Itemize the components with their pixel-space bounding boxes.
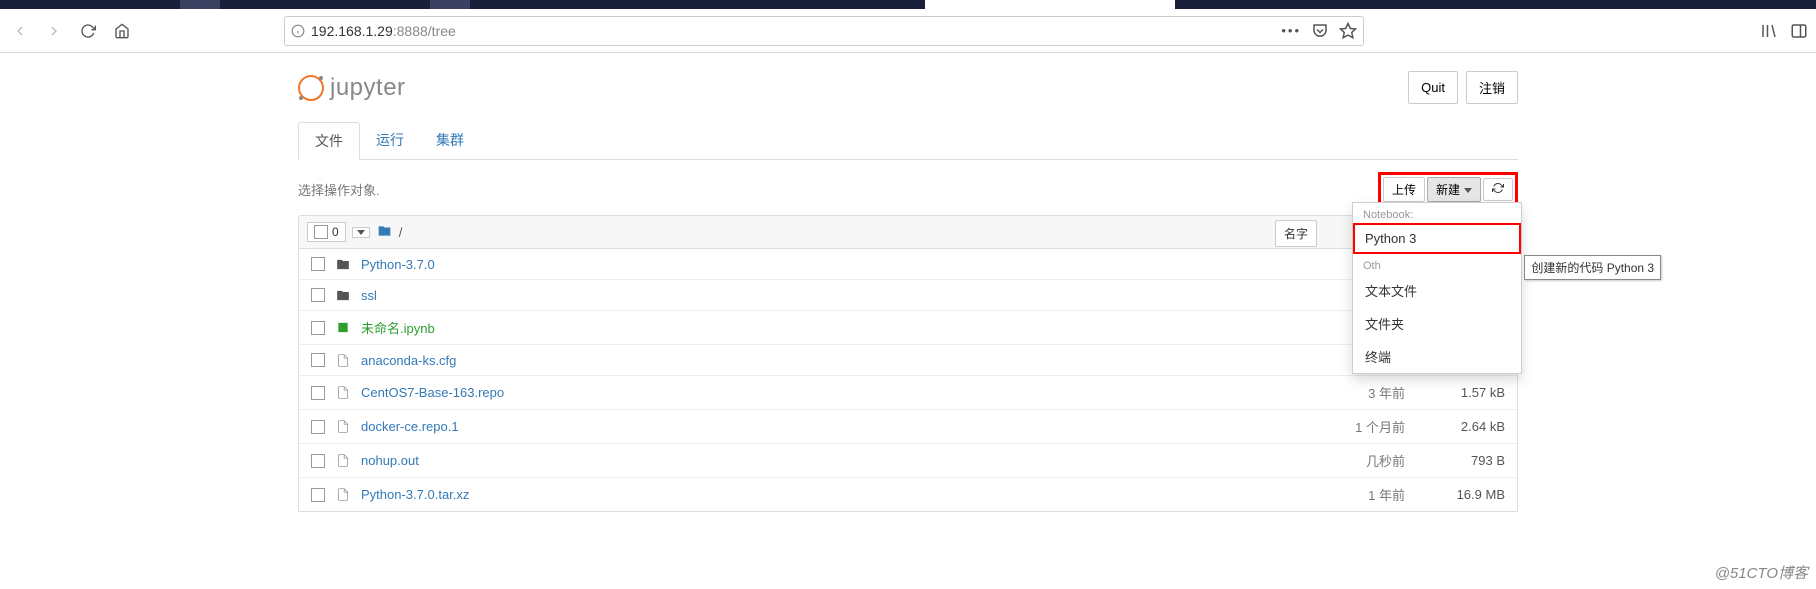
tab-running[interactable]: 运行 — [360, 122, 420, 159]
info-icon — [291, 24, 305, 38]
file-row: anaconda-ks.cfgkB — [299, 344, 1517, 375]
file-size: 1.57 kB — [1415, 385, 1505, 400]
file-modified: 1 个月前 — [1315, 417, 1405, 436]
dropdown-item-python3[interactable]: Python 3 — [1353, 223, 1521, 254]
file-icon — [335, 385, 351, 401]
home-button[interactable] — [110, 19, 134, 43]
file-modified: 几秒前 — [1315, 451, 1405, 470]
file-icon — [335, 487, 351, 503]
tabs: 文件 运行 集群 — [298, 122, 1518, 160]
jupyter-logo-text: jupyter — [330, 74, 406, 102]
library-icon[interactable] — [1760, 22, 1778, 40]
list-header: 0 / 名字 ze — [298, 215, 1518, 249]
breadcrumb-root-icon[interactable] — [376, 224, 393, 241]
reload-button[interactable] — [76, 19, 100, 43]
jupyter-logo[interactable]: jupyter — [298, 74, 406, 102]
notebook-icon — [335, 320, 351, 336]
file-row: nohup.out 几秒前 793 B — [299, 443, 1517, 477]
sidebar-icon[interactable] — [1790, 22, 1808, 40]
select-dropdown[interactable] — [352, 227, 370, 238]
file-modified: 3 年前 — [1315, 383, 1405, 402]
forward-button[interactable] — [42, 19, 66, 43]
file-row: ssl — [299, 279, 1517, 310]
row-checkbox[interactable] — [311, 386, 325, 400]
chevron-down-icon — [357, 230, 365, 235]
back-button[interactable] — [8, 19, 32, 43]
dropdown-header-other: Oth — [1353, 254, 1521, 274]
row-checkbox[interactable] — [311, 288, 325, 302]
logout-button[interactable]: 注销 — [1466, 71, 1518, 104]
row-checkbox[interactable] — [311, 353, 325, 367]
file-link[interactable]: nohup.out — [361, 453, 419, 468]
select-all-checkbox[interactable] — [314, 225, 328, 239]
file-row: Python-3.7.0 — [299, 249, 1517, 279]
file-icon — [335, 352, 351, 368]
file-link[interactable]: anaconda-ks.cfg — [361, 353, 456, 368]
file-link[interactable]: ssl — [361, 288, 377, 303]
row-checkbox[interactable] — [311, 454, 325, 468]
file-link[interactable]: docker-ce.repo.1 — [361, 419, 459, 434]
address-bar[interactable]: 192.168.1.29:8888/tree ••• — [284, 16, 1364, 46]
new-dropdown: Notebook: Python 3 Oth 文本文件 文件夹 终端 创建新的代… — [1352, 202, 1522, 374]
file-icon — [335, 453, 351, 469]
row-checkbox[interactable] — [311, 488, 325, 502]
file-list: Python-3.7.0ssl未命名.ipynb2 Banaconda-ks.c… — [298, 249, 1518, 512]
file-link[interactable]: Python-3.7.0.tar.xz — [361, 487, 469, 502]
folder-icon — [335, 256, 351, 272]
breadcrumb-sep: / — [399, 225, 403, 240]
browser-toolbar: 192.168.1.29:8888/tree ••• — [0, 9, 1816, 53]
quit-button[interactable]: Quit — [1408, 71, 1458, 104]
sort-by-name[interactable]: 名字 — [1275, 220, 1317, 247]
jupyter-page: jupyter Quit 注销 文件 运行 集群 选择操作对象. 上传 新建 N… — [298, 53, 1518, 512]
jupyter-logo-mark — [298, 75, 324, 101]
file-row: 未命名.ipynb2 B — [299, 310, 1517, 344]
file-icon — [335, 419, 351, 435]
tab-files[interactable]: 文件 — [298, 122, 360, 160]
row-checkbox[interactable] — [311, 420, 325, 434]
file-size: 16.9 MB — [1415, 487, 1505, 502]
window-titlebar — [0, 0, 1816, 9]
dropdown-tooltip: 创建新的代码 Python 3 — [1524, 255, 1661, 280]
chevron-down-icon — [1464, 188, 1472, 193]
pocket-icon[interactable] — [1311, 22, 1329, 40]
file-link[interactable]: Python-3.7.0 — [361, 257, 435, 272]
dropdown-item-terminal[interactable]: 终端 — [1353, 340, 1521, 373]
page-header: jupyter Quit 注销 — [298, 63, 1518, 122]
toolbar-row: 选择操作对象. 上传 新建 Notebook: Python 3 Oth 文本文… — [298, 172, 1518, 207]
file-size: 793 B — [1415, 453, 1505, 468]
dropdown-item-folder[interactable]: 文件夹 — [1353, 307, 1521, 340]
new-button[interactable]: 新建 — [1427, 177, 1481, 202]
file-link[interactable]: CentOS7-Base-163.repo — [361, 385, 504, 400]
tab-clusters[interactable]: 集群 — [420, 122, 480, 159]
selected-count: 0 — [332, 225, 339, 239]
file-row: Python-3.7.0.tar.xz 1 年前 16.9 MB — [299, 477, 1517, 511]
row-checkbox[interactable] — [311, 257, 325, 271]
folder-icon — [335, 287, 351, 303]
page-actions-dots[interactable]: ••• — [1281, 23, 1301, 38]
watermark: @51CTO博客 — [1715, 562, 1808, 583]
file-row: CentOS7-Base-163.repo 3 年前 1.57 kB — [299, 375, 1517, 409]
url-text: 192.168.1.29:8888/tree — [311, 23, 456, 39]
file-modified: 1 年前 — [1315, 485, 1405, 504]
bookmark-star-icon[interactable] — [1339, 22, 1357, 40]
dropdown-header-notebook: Notebook: — [1353, 203, 1521, 223]
file-link[interactable]: 未命名.ipynb — [361, 318, 435, 337]
refresh-button[interactable] — [1483, 178, 1513, 201]
upload-button[interactable]: 上传 — [1383, 177, 1425, 202]
dropdown-item-textfile[interactable]: 文本文件 — [1353, 274, 1521, 307]
file-size: 2.64 kB — [1415, 419, 1505, 434]
select-all[interactable]: 0 — [307, 222, 346, 242]
file-row: docker-ce.repo.1 1 个月前 2.64 kB — [299, 409, 1517, 443]
row-checkbox[interactable] — [311, 321, 325, 335]
select-hint: 选择操作对象. — [298, 180, 380, 199]
refresh-icon — [1492, 182, 1504, 194]
